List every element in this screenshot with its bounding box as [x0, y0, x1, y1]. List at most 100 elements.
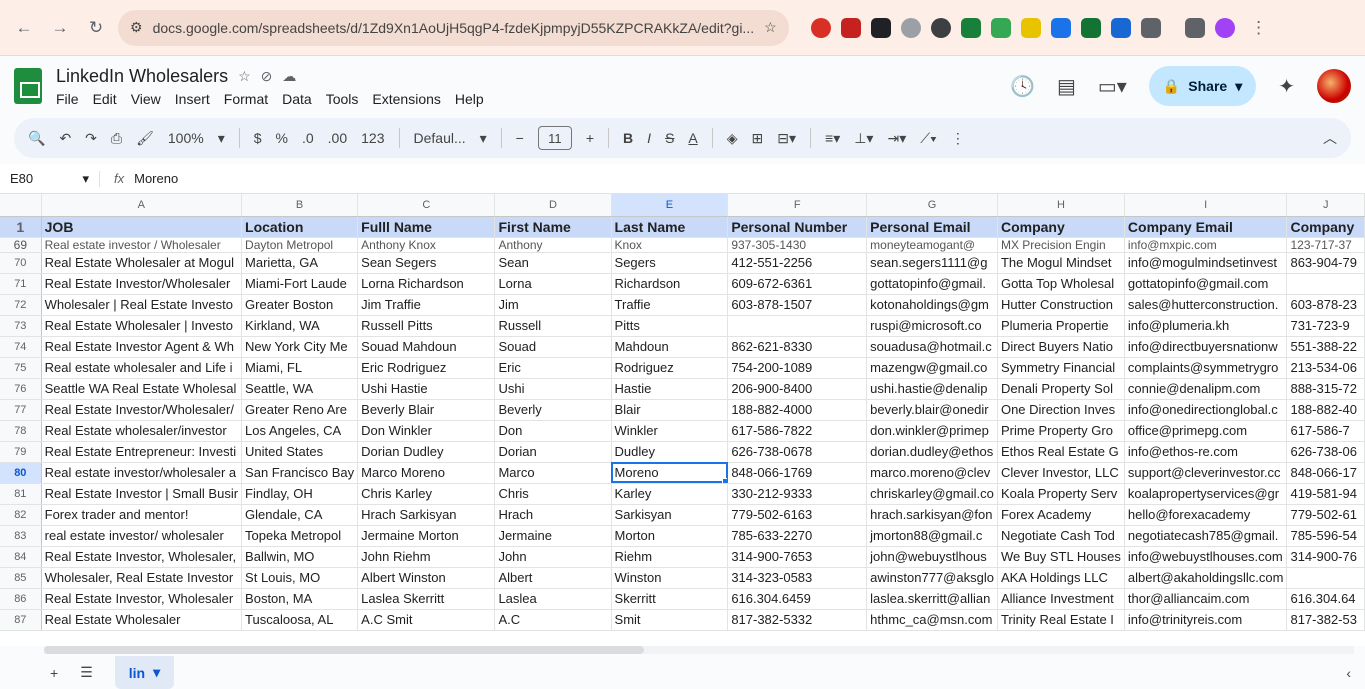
menu-tools[interactable]: Tools: [326, 91, 359, 107]
column-header-j[interactable]: J: [1286, 194, 1365, 217]
move-folder-icon[interactable]: ⊘: [261, 68, 273, 85]
cell[interactable]: San Francisco Bay: [241, 462, 359, 484]
row-header[interactable]: 79: [0, 441, 42, 463]
cell[interactable]: 754-200-1089: [727, 357, 868, 379]
cell[interactable]: Anthony: [494, 237, 612, 253]
forward-icon[interactable]: →: [46, 14, 74, 42]
cell[interactable]: hthmc_ca@msn.com: [866, 609, 998, 631]
cell[interactable]: Smit: [611, 609, 729, 631]
cell[interactable]: Seattle, WA: [241, 378, 359, 400]
cell[interactable]: 314-323-0583: [727, 567, 868, 589]
cell[interactable]: Alliance Investment: [997, 588, 1125, 610]
cell[interactable]: Dorian Dudley: [357, 441, 496, 463]
column-header-g[interactable]: G: [866, 194, 998, 217]
cell[interactable]: 609-672-6361: [727, 273, 868, 295]
cell[interactable]: kotonaholdings@gm: [866, 294, 998, 316]
cell[interactable]: Karley: [611, 483, 729, 505]
cell[interactable]: One Direction Inves: [997, 399, 1125, 421]
cell[interactable]: 188-882-40: [1286, 399, 1365, 421]
cell[interactable]: moneyteamogant@: [866, 237, 998, 253]
cell[interactable]: Blair: [611, 399, 729, 421]
menu-view[interactable]: View: [131, 91, 161, 107]
cell[interactable]: info@webuystlhouses.com: [1124, 546, 1288, 568]
cell[interactable]: negotiatecash785@gmail.: [1124, 525, 1288, 547]
cell[interactable]: Sean Segers: [357, 252, 496, 274]
cell[interactable]: Rodriguez: [611, 357, 729, 379]
share-button[interactable]: 🔒 Share ▾: [1148, 66, 1257, 106]
cell[interactable]: Last Name: [611, 216, 729, 238]
cell[interactable]: Jim: [494, 294, 612, 316]
cell[interactable]: 785-596-54: [1286, 525, 1365, 547]
cell[interactable]: New York City Me: [241, 336, 359, 358]
vertical-align-icon[interactable]: ⊥▾: [854, 130, 873, 147]
cell[interactable]: Real Estate Investor | Small Busir: [41, 483, 243, 505]
row-header[interactable]: 81: [0, 483, 42, 505]
extension-icon[interactable]: [870, 17, 891, 38]
cell[interactable]: 616.304.64: [1286, 588, 1365, 610]
menu-data[interactable]: Data: [282, 91, 312, 107]
cell[interactable]: Real Estate Investor/Wholesaler: [41, 273, 243, 295]
cell[interactable]: 412-551-2256: [727, 252, 868, 274]
row-header[interactable]: 84: [0, 546, 42, 568]
cell[interactable]: Real Estate Investor, Wholesaler: [41, 588, 243, 610]
cell[interactable]: Jermaine Morton: [357, 525, 496, 547]
cell[interactable]: Denali Property Sol: [997, 378, 1125, 400]
menu-format[interactable]: Format: [224, 91, 268, 107]
font-select[interactable]: Defaul...: [414, 130, 466, 146]
print-icon[interactable]: ⎙: [111, 130, 122, 147]
cell[interactable]: chriskarley@gmail.co: [866, 483, 998, 505]
cell[interactable]: AKA Holdings LLC: [997, 567, 1125, 589]
row-header[interactable]: 80: [0, 462, 42, 484]
fill-color-icon[interactable]: ◈: [727, 130, 738, 147]
cell[interactable]: Negotiate Cash Tod: [997, 525, 1125, 547]
cell[interactable]: thor@alliancaim.com: [1124, 588, 1288, 610]
cell[interactable]: 314-900-76: [1286, 546, 1365, 568]
bookmark-star-icon[interactable]: ☆: [764, 19, 777, 36]
cell[interactable]: 419-581-94: [1286, 483, 1365, 505]
column-header-h[interactable]: H: [997, 194, 1125, 217]
row-header[interactable]: 76: [0, 378, 42, 400]
cell[interactable]: Ushi Hastie: [357, 378, 496, 400]
row-header[interactable]: 77: [0, 399, 42, 421]
cell[interactable]: Greater Reno Are: [241, 399, 359, 421]
cell[interactable]: 551-388-22: [1286, 336, 1365, 358]
cell[interactable]: Real Estate Wholesaler: [41, 609, 243, 631]
back-icon[interactable]: ←: [10, 14, 38, 42]
extension-icon[interactable]: [810, 17, 831, 38]
menu-insert[interactable]: Insert: [175, 91, 210, 107]
cell[interactable]: 779-502-6163: [727, 504, 868, 526]
decrease-decimal-button[interactable]: .0: [302, 130, 314, 146]
cell[interactable]: Dayton Metropol: [241, 237, 359, 253]
cell[interactable]: A.C: [494, 609, 612, 631]
column-header-b[interactable]: B: [241, 194, 359, 217]
cell[interactable]: 779-502-61: [1286, 504, 1365, 526]
all-sheets-icon[interactable]: ☰: [80, 664, 93, 681]
column-header-e[interactable]: E: [611, 194, 729, 217]
cell[interactable]: Los Angeles, CA: [241, 420, 359, 442]
horizontal-scrollbar[interactable]: [44, 646, 1354, 654]
cell[interactable]: Real Estate wholesaler/investor: [41, 420, 243, 442]
cell[interactable]: 123-717-37: [1286, 237, 1365, 253]
cell[interactable]: Knox: [611, 237, 729, 253]
strikethrough-button[interactable]: S: [665, 130, 674, 146]
cell[interactable]: Hutter Construction: [997, 294, 1125, 316]
cell[interactable]: Boston, MA: [241, 588, 359, 610]
cell[interactable]: Tuscaloosa, AL: [241, 609, 359, 631]
currency-format-button[interactable]: $: [254, 130, 262, 146]
cell[interactable]: Topeka Metropol: [241, 525, 359, 547]
cell[interactable]: Winkler: [611, 420, 729, 442]
cell[interactable]: Russell: [494, 315, 612, 337]
cell[interactable]: John Riehm: [357, 546, 496, 568]
cell[interactable]: 937-305-1430: [727, 237, 868, 253]
cell[interactable]: Lorna: [494, 273, 612, 295]
cell[interactable]: Albert Winston: [357, 567, 496, 589]
cell[interactable]: 188-882-4000: [727, 399, 868, 421]
increase-font-size-button[interactable]: +: [586, 130, 594, 146]
bold-button[interactable]: B: [623, 130, 633, 146]
redo-icon[interactable]: ↷: [85, 130, 97, 147]
cell[interactable]: 213-534-06: [1286, 357, 1365, 379]
search-menus-icon[interactable]: 🔍: [28, 130, 45, 147]
cell[interactable]: Skerritt: [611, 588, 729, 610]
row-header[interactable]: 74: [0, 336, 42, 358]
cell[interactable]: Findlay, OH: [241, 483, 359, 505]
